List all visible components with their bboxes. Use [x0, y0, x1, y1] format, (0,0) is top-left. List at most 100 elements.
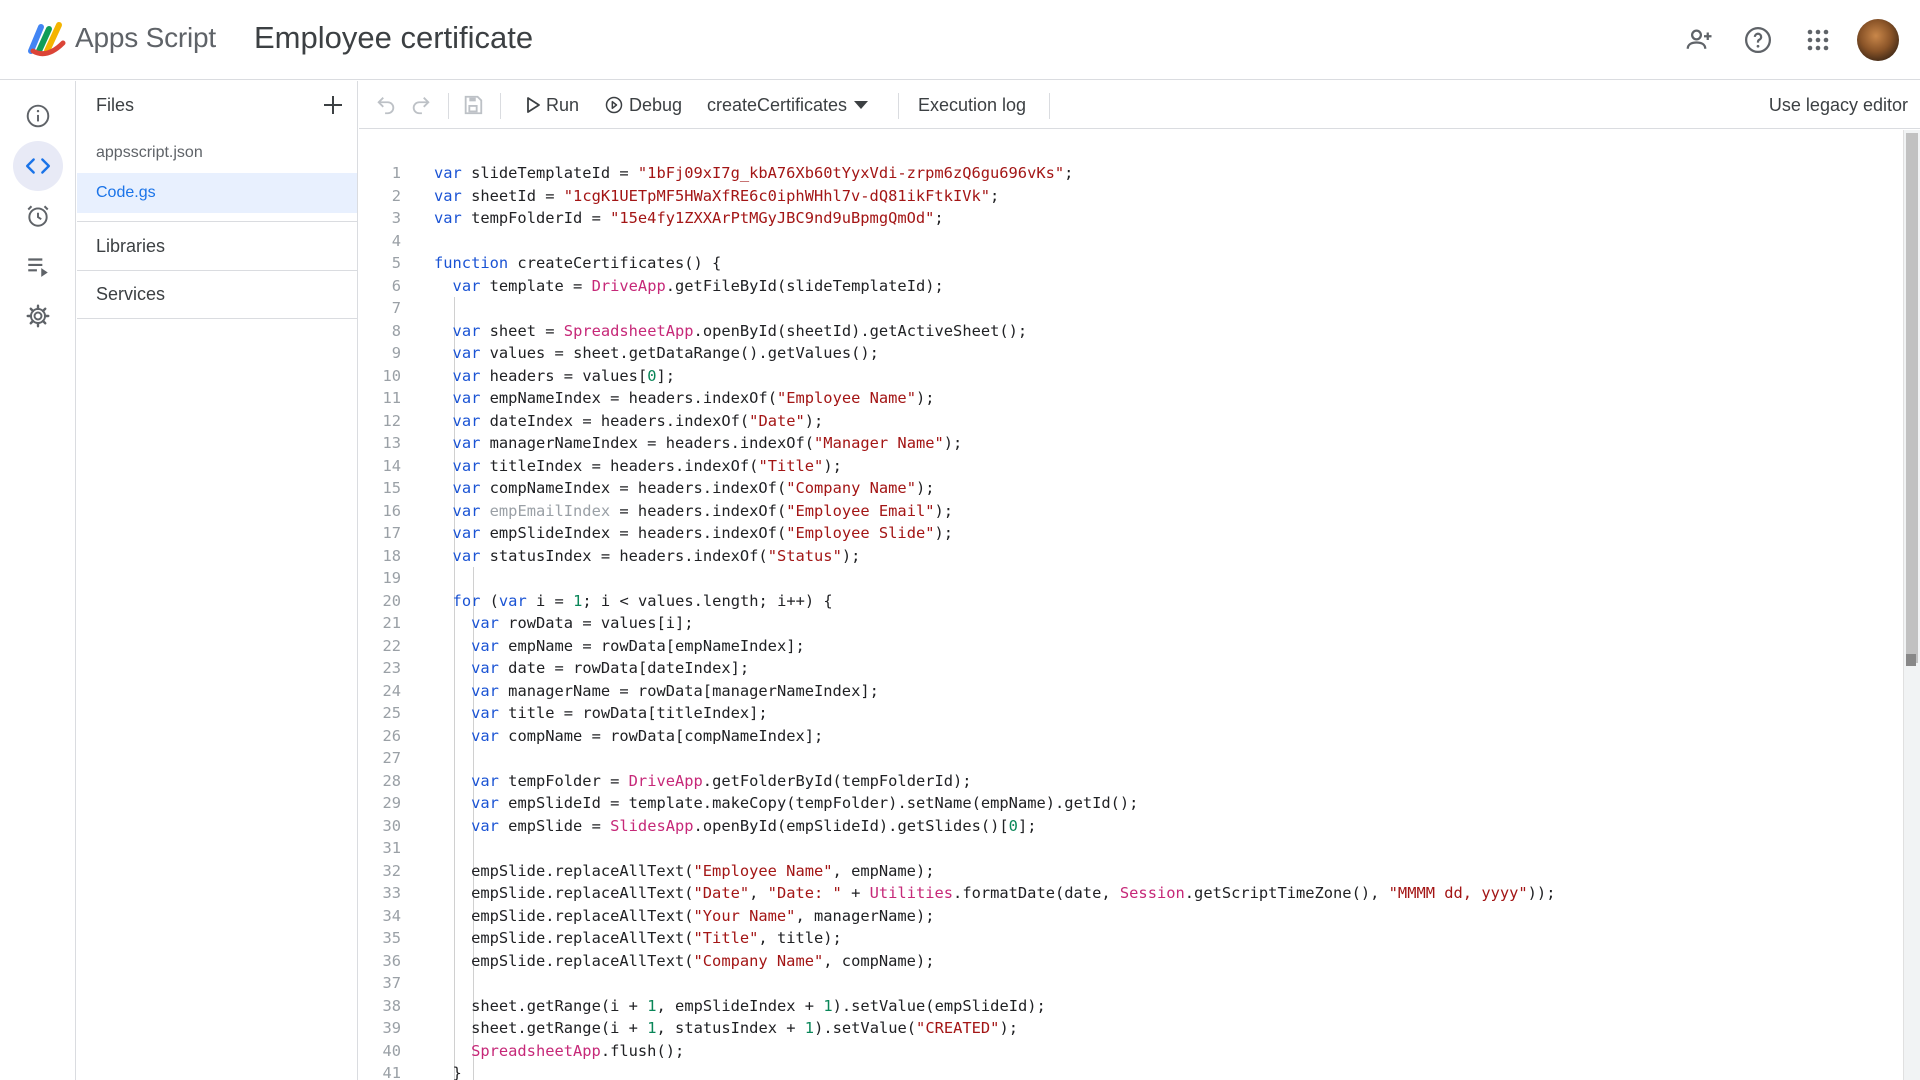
code-content[interactable]: var slideTemplateId = "1bFj09xI7g_kbA76X…	[434, 162, 1555, 1080]
line-number: 17	[382, 524, 401, 542]
code-line[interactable]	[434, 837, 1555, 860]
scrollbar-thumb[interactable]	[1906, 133, 1918, 663]
line-number: 16	[382, 501, 401, 520]
apps-grid-icon[interactable]	[1800, 22, 1836, 58]
code-line[interactable]	[434, 972, 1555, 995]
code-line[interactable]: var empSlide = SlidesApp.openById(empSli…	[434, 815, 1555, 838]
line-number: 27	[382, 749, 401, 767]
code-line[interactable]: function createCertificates() {	[434, 252, 1555, 275]
executions-button[interactable]	[13, 241, 63, 291]
libraries-section[interactable]: Libraries	[77, 221, 357, 270]
code-line[interactable]: empSlide.replaceAllText("Date", "Date: "…	[434, 882, 1555, 905]
code-line[interactable]: var headers = values[0];	[434, 365, 1555, 388]
line-number: 40	[382, 1041, 401, 1060]
editor-button[interactable]	[13, 141, 63, 191]
toolbar-divider	[1049, 93, 1050, 119]
line-number: 5	[391, 254, 401, 272]
run-label: Run	[546, 94, 580, 115]
line-number: 24	[382, 681, 401, 700]
add-file-button[interactable]	[319, 91, 347, 119]
code-line[interactable]: var dateIndex = headers.indexOf("Date");	[434, 410, 1555, 433]
code-line[interactable]: SpreadsheetApp.flush();	[434, 1040, 1555, 1063]
line-number: 35	[382, 929, 401, 947]
execution-log-button[interactable]: Execution log	[918, 81, 1026, 129]
code-line[interactable]: sheet.getRange(i + 1, empSlideIndex + 1)…	[434, 995, 1555, 1018]
legacy-editor-button[interactable]: Use legacy editor	[1769, 81, 1908, 129]
code-line[interactable]	[434, 747, 1555, 770]
code-line[interactable]: }	[434, 1062, 1555, 1080]
code-line[interactable]: var compName = rowData[compNameIndex];	[434, 725, 1555, 748]
files-panel: Files appsscript.json Code.gs Libraries …	[77, 81, 358, 1080]
debug-label: Debug	[629, 94, 683, 115]
code-line[interactable]	[434, 567, 1555, 590]
code-line[interactable]: var slideTemplateId = "1bFj09xI7g_kbA76X…	[434, 162, 1555, 185]
function-select[interactable]: createCertificates	[707, 81, 869, 129]
services-section[interactable]: Services	[77, 270, 357, 319]
code-line[interactable]: var empSlideIndex = headers.indexOf("Emp…	[434, 522, 1555, 545]
code-line[interactable]: var empSlideId = template.makeCopy(tempF…	[434, 792, 1555, 815]
code-line[interactable]: empSlide.replaceAllText("Employee Name",…	[434, 860, 1555, 883]
code-line[interactable]: empSlide.replaceAllText("Your Name", man…	[434, 905, 1555, 928]
code-line[interactable]: var sheetId = "1cgK1UETpMF5HWaXfRE6c0iph…	[434, 185, 1555, 208]
line-number: 25	[382, 704, 401, 722]
line-number: 18	[382, 546, 401, 565]
code-line[interactable]: var sheet = SpreadsheetApp.openById(shee…	[434, 320, 1555, 343]
code-line[interactable]: var managerNameIndex = headers.indexOf("…	[434, 432, 1555, 455]
dropdown-arrow-icon	[854, 101, 869, 109]
run-button[interactable]: Run	[525, 81, 579, 129]
line-number: 15	[382, 479, 401, 497]
code-line[interactable]: var values = sheet.getDataRange().getVal…	[434, 342, 1555, 365]
code-line[interactable]: var managerName = rowData[managerNameInd…	[434, 680, 1555, 703]
toolbar-divider	[898, 93, 899, 119]
avatar[interactable]	[1857, 19, 1899, 61]
file-item-appsscript-json[interactable]: appsscript.json	[77, 133, 357, 173]
left-rail	[0, 81, 76, 1080]
file-item-code-gs[interactable]: Code.gs	[77, 173, 357, 213]
code-line[interactable]: var titleIndex = headers.indexOf("Title"…	[434, 455, 1555, 478]
files-header: Files	[77, 81, 357, 129]
code-line[interactable]: var title = rowData[titleIndex];	[434, 702, 1555, 725]
undo-icon	[377, 97, 395, 115]
help-icon[interactable]	[1740, 22, 1776, 58]
code-line[interactable]: var tempFolderId = "15e4fy1ZXXArPtMGyJBC…	[434, 207, 1555, 230]
apps-script-logo[interactable]	[27, 21, 67, 57]
product-name: Apps Script	[75, 22, 216, 53]
project-title[interactable]: Employee certificate	[254, 20, 533, 56]
code-line[interactable]: var tempFolder = DriveApp.getFolderById(…	[434, 770, 1555, 793]
line-number: 23	[382, 659, 401, 677]
triggers-button[interactable]	[13, 191, 63, 241]
line-number: 34	[382, 906, 401, 925]
line-number: 39	[382, 1019, 401, 1037]
code-line[interactable]: var empName = rowData[empNameIndex];	[434, 635, 1555, 658]
code-line[interactable]: var compNameIndex = headers.indexOf("Com…	[434, 477, 1555, 500]
line-number: 28	[382, 771, 401, 790]
line-number: 26	[382, 726, 401, 745]
executions-icon	[28, 258, 48, 277]
project-settings-button[interactable]	[13, 291, 63, 341]
toolbar-divider	[500, 93, 501, 119]
code-line[interactable]: empSlide.replaceAllText("Title", title);	[434, 927, 1555, 950]
code-line[interactable]: sheet.getRange(i + 1, statusIndex + 1).s…	[434, 1017, 1555, 1040]
overview-button[interactable]	[13, 91, 63, 141]
code-line[interactable]: var template = DriveApp.getFileById(slid…	[434, 275, 1555, 298]
add-person-icon[interactable]	[1681, 22, 1717, 58]
line-number: 21	[382, 614, 401, 632]
line-number: 41	[382, 1064, 401, 1080]
code-line[interactable]: for (var i = 1; i < values.length; i++) …	[434, 590, 1555, 613]
undo-button[interactable]	[375, 81, 397, 129]
code-editor[interactable]: 1 2 3 4 5 6 7 8 9 10 11 12 13 14 15 16 17 18 19 20 21 22 23 24 2…	[359, 130, 1920, 1080]
line-number: 37	[382, 974, 401, 992]
code-line[interactable]: var rowData = values[i];	[434, 612, 1555, 635]
redo-button[interactable]	[410, 81, 432, 129]
plus-icon	[324, 96, 342, 114]
code-line[interactable]	[434, 297, 1555, 320]
code-line[interactable]: var date = rowData[dateIndex];	[434, 657, 1555, 680]
code-line[interactable]: var empNameIndex = headers.indexOf("Empl…	[434, 387, 1555, 410]
save-button[interactable]	[462, 81, 484, 129]
code-line[interactable]: var statusIndex = headers.indexOf("Statu…	[434, 545, 1555, 568]
save-icon	[464, 95, 483, 115]
code-line[interactable]	[434, 230, 1555, 253]
code-line[interactable]: empSlide.replaceAllText("Company Name", …	[434, 950, 1555, 973]
code-line[interactable]: var empEmailIndex = headers.indexOf("Emp…	[434, 500, 1555, 523]
debug-button[interactable]: Debug	[604, 81, 682, 129]
